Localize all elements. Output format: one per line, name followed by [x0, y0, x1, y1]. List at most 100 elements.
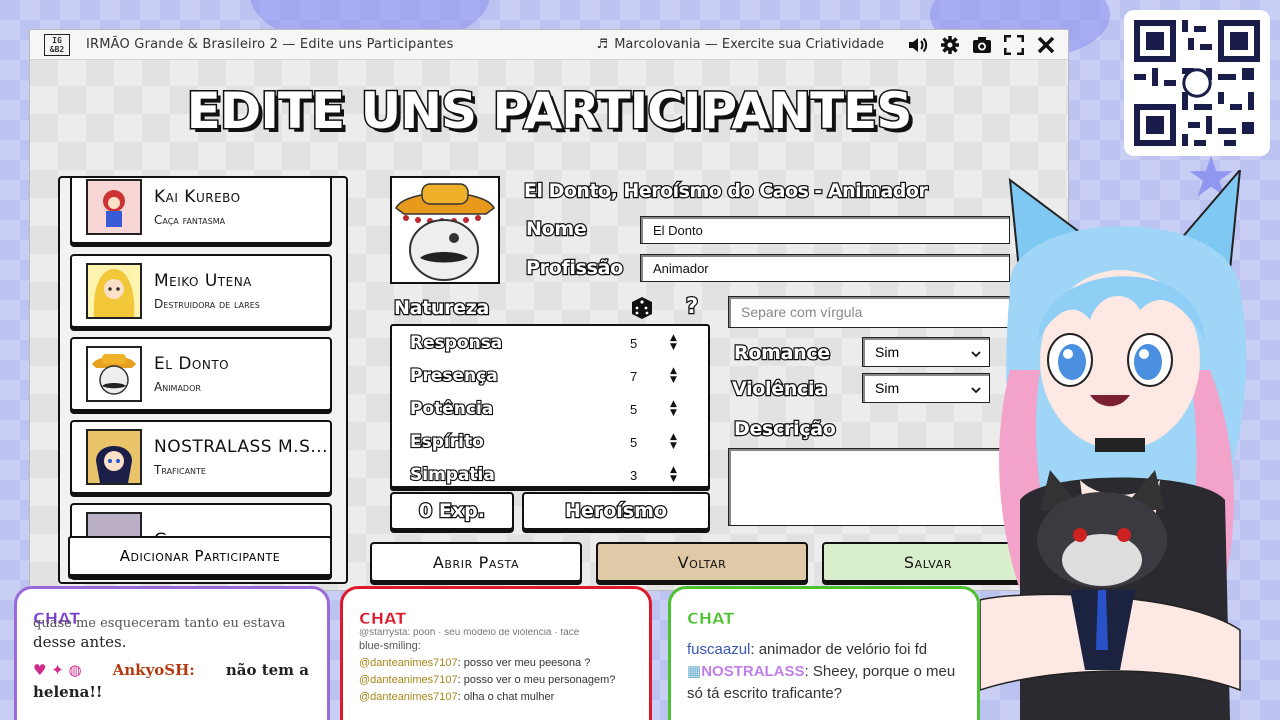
chat-username: @danteanimes7107 [359, 691, 458, 703]
qr-code [1124, 10, 1270, 156]
stat-row: Presença 7 ▲ ▼ [409, 361, 700, 391]
chat-text: não tem a [225, 661, 309, 679]
chat-panel-middle: CHAT @starrysta: pooh · seu modelo de vi… [340, 586, 652, 720]
close-icon[interactable] [1036, 35, 1056, 55]
stat-row: Potência 5 ▲ ▼ [409, 394, 700, 424]
chat-panel-left: CHAT quase me esqueceram tanto eu estava… [14, 586, 330, 720]
stepper-icon[interactable]: ▲ ▼ [670, 400, 677, 418]
now-playing-label: Marcolovania — Exercite sua Criatividade [614, 37, 884, 52]
stat-row: Responsa 5 ▲ ▼ [409, 328, 700, 358]
stat-name: Presença [409, 365, 499, 387]
stat-name: Potência [409, 398, 495, 420]
chat-username: fuscaazul [687, 641, 751, 658]
romance-select[interactable]: Sim [862, 337, 990, 367]
romance-value: Sim [875, 344, 900, 360]
stat-value[interactable]: 5 [630, 336, 670, 351]
chat-title: CHAT [687, 609, 735, 629]
chat-text: helena!! [33, 683, 103, 701]
profession-field[interactable]: Animador [640, 254, 1010, 282]
chat-message: ▦NOSTRALASS: Sheey, porque o meu [687, 663, 956, 680]
chat-message: só tá escrito traficante? [687, 685, 843, 702]
participant-avatar [86, 263, 142, 319]
profession-label: Profissão [525, 256, 625, 281]
chat-panel-right: CHAT fuscaazul: animador de velório foi … [668, 586, 980, 720]
stepper-icon[interactable]: ▲ ▼ [670, 433, 677, 451]
stat-name: Simpatia [409, 464, 496, 486]
add-participant-button[interactable]: Adicionar Participante [68, 536, 332, 576]
participant-name: NOSTRALASS M.S... [154, 437, 329, 457]
vtuber-avatar [979, 166, 1280, 720]
badge-icon: ▦ [687, 663, 702, 680]
participant-avatar [86, 429, 142, 485]
stepper-icon[interactable]: ▲ ▼ [670, 466, 677, 484]
violence-label: Violência [731, 377, 829, 402]
participant-avatar [86, 346, 142, 402]
volume-icon[interactable] [908, 35, 928, 55]
stat-name: Espírito [409, 431, 485, 453]
nature-label: Natureza [393, 296, 491, 321]
chat-username: @danteanimes7107 [359, 657, 458, 669]
chat-message: @danteanimes7107: posso ver o meu person… [359, 674, 616, 686]
participant-card-selected[interactable]: El Donto Animador [70, 337, 332, 411]
page-title: EDITE UNS PARTICIPANTES [185, 81, 914, 142]
participant-card[interactable]: Meiko Utena Destruidora de lares [70, 254, 332, 328]
participant-card[interactable]: NOSTRALASS M.S... Traficante [70, 420, 332, 494]
chat-username: NOSTRALASS [701, 663, 805, 680]
character-heading: El Donto, Heroísmo do Caos - Animador [523, 179, 929, 204]
camera-icon[interactable] [972, 35, 992, 55]
name-field[interactable]: El Donto [640, 216, 1010, 244]
violence-select[interactable]: Sim [862, 373, 990, 403]
heart-badge-icon: ♥ ✦ ◍ [33, 661, 82, 679]
back-button[interactable]: Voltar [596, 542, 808, 582]
chat-message: blue-smiling: [359, 640, 421, 652]
participant-name: El Donto [154, 354, 230, 374]
open-folder-button[interactable]: Abrir Pasta [370, 542, 582, 582]
participant-role: Caça fantasma [154, 213, 226, 227]
music-note-icon: ♬ [596, 37, 609, 52]
character-portrait [390, 176, 500, 284]
stat-value[interactable]: 5 [630, 402, 670, 417]
name-label: Nome [525, 217, 588, 242]
participant-card[interactable]: Kai Kurebo Caça fantasma [70, 178, 332, 244]
gear-icon[interactable] [940, 35, 960, 55]
trait-button[interactable]: Heroísmo [522, 492, 710, 530]
chat-text: posso ver o meu personagem? [463, 674, 616, 686]
chat-title: CHAT [359, 609, 407, 629]
app-logo: IG &B2 [44, 33, 70, 56]
chat-message: ♥ ✦ ◍ AnkyoSH: não tem a [33, 659, 309, 681]
tags-input[interactable]: Separe com vírgula [728, 296, 1010, 328]
stepper-icon[interactable]: ▲ ▼ [670, 334, 677, 352]
chat-message: quase me esqueceram tanto eu estava [33, 617, 286, 631]
fullscreen-icon[interactable] [1004, 34, 1024, 55]
participant-name: Meiko Utena [154, 271, 252, 291]
chat-text: animador de velório foi fd [758, 641, 928, 658]
stat-value[interactable]: 3 [630, 468, 670, 483]
stat-value[interactable]: 5 [630, 435, 670, 450]
chat-message: @starrysta: pooh · seu modelo de violênc… [359, 629, 580, 638]
romance-label: Romance [733, 341, 832, 366]
participant-list[interactable]: Kai Kurebo Caça fantasma Meiko Utena Des… [58, 176, 348, 584]
stepper-icon[interactable]: ▲ ▼ [670, 367, 677, 385]
description-label: Descrição [733, 417, 837, 442]
stat-value[interactable]: 7 [630, 369, 670, 384]
stats-panel: Responsa 5 ▲ ▼ Presença 7 ▲ ▼ Potência 5 ▲… [390, 324, 710, 488]
stat-name: Responsa [409, 332, 504, 354]
chat-username: @danteanimes7107 [359, 674, 458, 686]
chat-message: desse antes. [33, 633, 127, 651]
help-icon[interactable]: ? [685, 293, 700, 320]
title-bar: IG &B2 IRMÃO Grande & Brasileiro 2 — Edit… [30, 30, 1068, 60]
window-title: IRMÃO Grande & Brasileiro 2 — Edite uns … [86, 37, 454, 52]
stat-row: Espírito 5 ▲ ▼ [409, 427, 700, 457]
participant-name: Kai Kurebo [154, 187, 241, 207]
now-playing: ♬ Marcolovania — Exercite sua Criativida… [597, 37, 884, 52]
violence-value: Sim [875, 380, 900, 396]
dice-icon[interactable] [630, 296, 654, 324]
exp-button[interactable]: 0 Exp. [390, 492, 514, 530]
game-window: IG &B2 IRMÃO Grande & Brasileiro 2 — Edit… [30, 30, 1068, 590]
chat-text: posso ver meu peesona ? [463, 657, 591, 669]
chat-text: olha o chat mulher [463, 691, 555, 703]
participant-role: Destruidora de lares [154, 297, 260, 311]
chat-message: @danteanimes7107: posso ver meu peesona … [359, 657, 591, 669]
participant-avatar [86, 179, 142, 235]
stat-row: Simpatia 3 ▲ ▼ [409, 460, 700, 490]
